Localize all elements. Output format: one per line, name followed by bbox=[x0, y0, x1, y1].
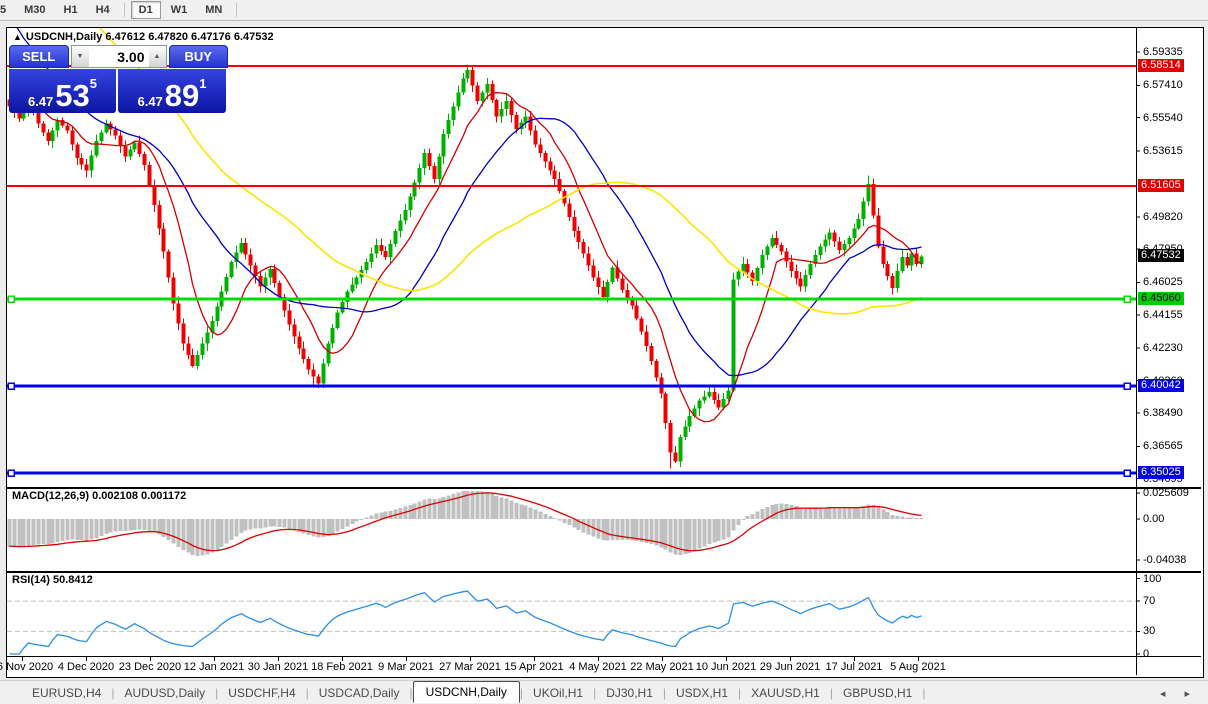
chart-tabs: EURUSD,H4|AUDUSD,Daily|USDCHF,H4|USDCAD,… bbox=[22, 683, 925, 703]
buy-button[interactable]: BUY bbox=[169, 45, 229, 68]
price-tick: 6.36565 bbox=[1143, 440, 1183, 453]
macd-tick: 0.00 bbox=[1143, 513, 1164, 526]
rsi-tick: 30 bbox=[1143, 625, 1155, 638]
timeframe-button-w1[interactable]: W1 bbox=[163, 1, 196, 19]
sell-price-display[interactable]: 6.47 53 5 bbox=[9, 69, 116, 113]
sell-price-pip: 5 bbox=[90, 69, 97, 99]
price-tick: 6.49820 bbox=[1143, 211, 1183, 224]
tab-separator: | bbox=[922, 686, 925, 700]
application-window: 5M30H1H4D1W1MN ▲USDCNH,Daily 6.47612 6.4… bbox=[0, 0, 1208, 704]
timeframe-buttons: 5M30H1H4 D1W1MN bbox=[0, 1, 242, 19]
rsi-line bbox=[10, 591, 922, 654]
price-tick: 6.57410 bbox=[1143, 79, 1183, 92]
price-tick: 6.42230 bbox=[1143, 342, 1183, 355]
timeframe-button-m30[interactable]: M30 bbox=[16, 1, 53, 19]
price-badge: 6.40042 bbox=[1138, 379, 1184, 392]
price-tick: 6.55540 bbox=[1143, 112, 1183, 125]
price-tick: 6.53615 bbox=[1143, 145, 1183, 158]
rsi-tick: 100 bbox=[1143, 573, 1161, 586]
chart-symbol-label: USDCNH,Daily bbox=[26, 31, 102, 43]
level-line-handle bbox=[8, 296, 14, 302]
tab-ukoil-h1[interactable]: UKOil,H1 bbox=[523, 683, 593, 703]
buy-price-display[interactable]: 6.47 89 1 bbox=[118, 69, 226, 113]
price-badge: 6.58514 bbox=[1138, 59, 1184, 72]
candlestick-chart-canvas[interactable] bbox=[7, 28, 1201, 675]
volume-increase-button[interactable]: ▲ bbox=[149, 46, 166, 67]
timeframe-button-h4[interactable]: H4 bbox=[88, 1, 118, 19]
volume-spinner: ▼ ▲ bbox=[71, 45, 167, 68]
price-badge: 6.45060 bbox=[1138, 292, 1184, 305]
price-tick: 6.38490 bbox=[1143, 407, 1183, 420]
volume-decrease-button[interactable]: ▼ bbox=[72, 46, 89, 67]
price-badge: 6.51605 bbox=[1138, 179, 1184, 192]
level-line-handle bbox=[8, 470, 14, 476]
tab-xauusd-h1[interactable]: XAUUSD,H1 bbox=[741, 683, 830, 703]
timeframe-button-mn[interactable]: MN bbox=[197, 1, 230, 19]
tab-eurusd-h4[interactable]: EURUSD,H4 bbox=[22, 683, 111, 703]
level-line-handle bbox=[1124, 383, 1130, 389]
tab-usdcnh-daily[interactable]: USDCNH,Daily bbox=[413, 681, 520, 703]
horizontal-level-lines[interactable] bbox=[7, 66, 1136, 476]
chart-window: ▲ USDCNH,Daily 6.47612 6.47820 6.47176 6.… bbox=[6, 27, 1204, 678]
volume-input[interactable] bbox=[89, 46, 149, 67]
tab-audusd-daily[interactable]: AUDUSD,Daily bbox=[114, 683, 215, 703]
price-badge: 6.47532 bbox=[1138, 249, 1184, 262]
tab-dj30-h1[interactable]: DJ30,H1 bbox=[596, 683, 663, 703]
macd-tick: -0.04038 bbox=[1143, 554, 1186, 567]
tab-usdcad-daily[interactable]: USDCAD,Daily bbox=[309, 683, 410, 703]
price-badge: 6.35025 bbox=[1138, 466, 1184, 479]
timeframe-button-h1[interactable]: H1 bbox=[56, 1, 86, 19]
toolbar-separator bbox=[236, 3, 237, 17]
tab-scroll-arrows[interactable]: ◂ ▸ bbox=[1160, 687, 1198, 700]
sell-price-prefix: 6.47 bbox=[28, 94, 53, 110]
macd-tick: 0.025609 bbox=[1143, 487, 1189, 500]
pane-separator[interactable] bbox=[7, 487, 1201, 489]
tab-usdchf-h4[interactable]: USDCHF,H4 bbox=[218, 683, 305, 703]
chart-tab-bar: EURUSD,H4|AUDUSD,Daily|USDCHF,H4|USDCAD,… bbox=[0, 680, 1208, 704]
chart-ohlc-values: 6.47612 6.47820 6.47176 6.47532 bbox=[105, 31, 273, 43]
buy-price-main: 89 bbox=[165, 82, 199, 110]
moving-average-10 bbox=[10, 73, 922, 422]
price-tick: 6.46025 bbox=[1143, 276, 1183, 289]
timeframe-button-5[interactable]: 5 bbox=[0, 1, 14, 19]
timeframe-toolbar: 5M30H1H4 D1W1MN bbox=[0, 0, 1208, 21]
chart-icon: ▲ bbox=[13, 32, 22, 42]
price-tick: 6.44155 bbox=[1143, 309, 1183, 322]
buy-price-prefix: 6.47 bbox=[137, 94, 162, 110]
macd-indicator-label: MACD(12,26,9) 0.002108 0.001172 bbox=[12, 490, 186, 502]
rsi-indicator-label: RSI(14) 50.8412 bbox=[12, 574, 93, 586]
price-tick: 6.59335 bbox=[1143, 46, 1183, 59]
level-line-handle bbox=[8, 383, 14, 389]
candles bbox=[8, 65, 924, 469]
date-axis-line bbox=[7, 656, 1201, 657]
buy-price-pip: 1 bbox=[199, 69, 206, 99]
price-axis-line bbox=[1136, 28, 1137, 675]
tab-usdx-h1[interactable]: USDX,H1 bbox=[666, 683, 738, 703]
sell-button[interactable]: SELL bbox=[9, 45, 69, 68]
sell-price-main: 53 bbox=[55, 82, 89, 110]
one-click-trading-panel: SELL ▼ ▲ BUY 6.47 53 5 6.47 89 1 bbox=[9, 45, 228, 113]
level-line-handle bbox=[1124, 296, 1130, 302]
rsi-tick: 0 bbox=[1143, 648, 1149, 661]
date-tick: 5 Aug 2021 bbox=[873, 661, 963, 673]
level-line-handle bbox=[1124, 470, 1130, 476]
timeframe-button-d1[interactable]: D1 bbox=[131, 1, 161, 19]
chart-title: ▲ USDCNH,Daily 6.47612 6.47820 6.47176 6.… bbox=[13, 31, 274, 43]
tab-gbpusd-h1[interactable]: GBPUSD,H1 bbox=[833, 683, 922, 703]
pane-separator[interactable] bbox=[7, 571, 1201, 573]
toolbar-separator bbox=[124, 3, 125, 17]
rsi-tick: 70 bbox=[1143, 595, 1155, 608]
